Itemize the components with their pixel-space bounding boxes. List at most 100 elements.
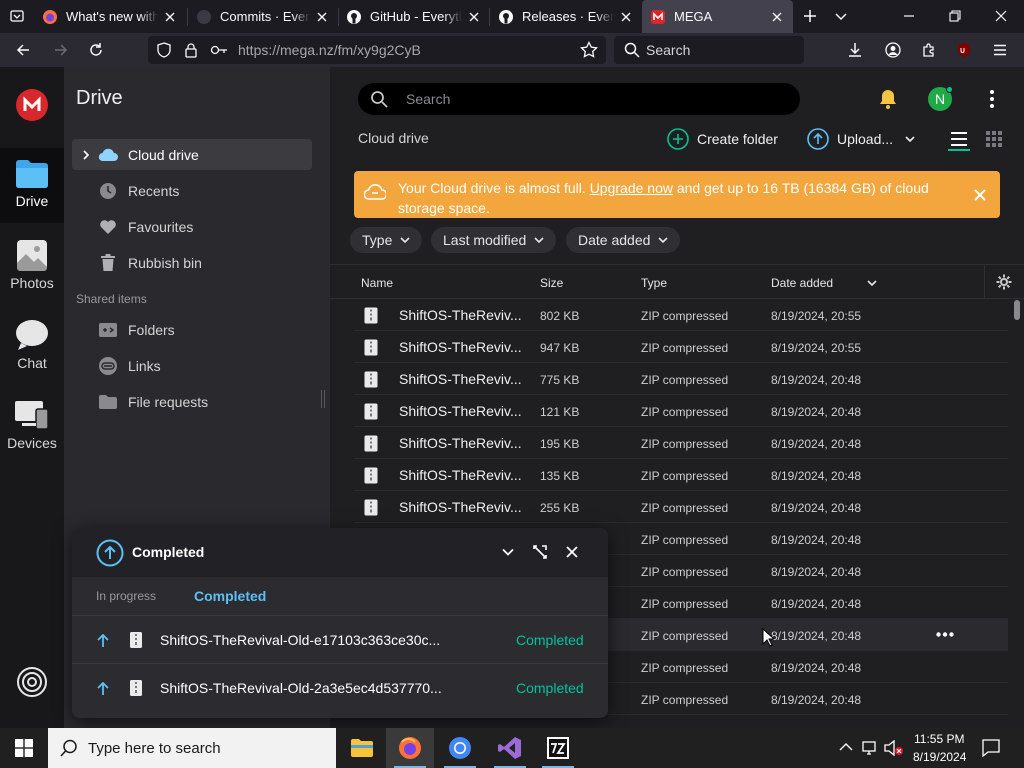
sidebar-resize-handle[interactable] xyxy=(321,390,325,408)
close-tab-icon[interactable] xyxy=(162,9,178,25)
chevron-down-icon[interactable] xyxy=(502,548,514,556)
table-row[interactable]: ShiftOS-TheReviv... 195 KB ZIP compressed 8… xyxy=(354,427,1008,459)
sidebar-item-cloud-drive[interactable]: Cloud drive xyxy=(72,139,312,170)
taskbar-file-explorer[interactable] xyxy=(338,728,386,768)
hamburger-menu-icon xyxy=(994,44,1006,56)
close-tab-icon[interactable] xyxy=(466,9,482,25)
rail-item-photos[interactable]: Photos xyxy=(0,239,64,299)
tab-title: Commits · Everything xyxy=(220,9,310,24)
table-row[interactable]: ShiftOS-TheReviv... 947 KB ZIP compressed 8… xyxy=(354,331,1008,363)
network-icon[interactable] xyxy=(862,740,880,756)
url-text[interactable]: https://mega.nz/fm/xy9g2CyB xyxy=(238,42,421,58)
browser-search-bar[interactable]: Search xyxy=(614,36,804,64)
column-type[interactable]: Type xyxy=(641,276,667,290)
filter-last-modified[interactable]: Last modified xyxy=(431,227,557,253)
extensions-button[interactable] xyxy=(916,37,942,63)
taskbar-firefox[interactable] xyxy=(386,728,434,768)
close-tab-icon[interactable] xyxy=(314,9,330,25)
volume-muted-icon[interactable] xyxy=(884,740,904,756)
tab-completed[interactable]: Completed xyxy=(194,588,266,604)
rail-item-devices[interactable]: Devices xyxy=(0,399,64,459)
tab-github[interactable]: GitHub - Everything xyxy=(338,0,490,33)
reload-button[interactable] xyxy=(83,37,109,63)
shield-icon[interactable] xyxy=(156,42,172,58)
tab-mega[interactable]: MEGA xyxy=(642,0,793,33)
forward-button[interactable] xyxy=(48,37,74,63)
table-row[interactable]: ShiftOS-TheReviv... 255 KB ZIP compressed 8… xyxy=(354,491,1008,523)
restore-window-button[interactable] xyxy=(942,3,968,29)
star-bookmark-icon[interactable] xyxy=(580,41,598,59)
tab-in-progress[interactable]: In progress xyxy=(96,589,156,603)
new-tab-button[interactable] xyxy=(797,3,823,29)
tab-commits[interactable]: Commits · Everything xyxy=(188,0,338,33)
close-tab-icon[interactable] xyxy=(769,9,785,25)
menu-button[interactable] xyxy=(987,37,1013,63)
table-row[interactable]: ShiftOS-TheReviv... 135 KB ZIP compressed 8… xyxy=(354,459,1008,491)
transfer-row[interactable]: ShiftOS-TheRevival-Old-2a3e5ec4d537770..… xyxy=(72,663,608,711)
filter-date-added[interactable]: Date added xyxy=(566,227,681,253)
taskbar-visual-studio[interactable] xyxy=(486,728,534,768)
zip-file-icon xyxy=(364,371,378,388)
taskbar-time[interactable]: 11:55 PM xyxy=(914,732,964,746)
sidebar-item-shared-folders[interactable]: Folders xyxy=(72,314,312,345)
sort-descending-icon[interactable] xyxy=(867,279,877,287)
table-row[interactable]: ShiftOS-TheReviv... 802 KB ZIP compressed 8… xyxy=(354,299,1008,331)
chevron-down-icon xyxy=(658,237,668,244)
close-icon[interactable] xyxy=(566,546,578,558)
table-row[interactable]: ShiftOS-TheReviv... 121 KB ZIP compressed 8… xyxy=(354,395,1008,427)
lock-icon[interactable] xyxy=(184,42,198,58)
sidebar-item-rubbish-bin[interactable]: Rubbish bin xyxy=(72,247,312,278)
start-button[interactable] xyxy=(0,728,48,768)
app-search-input[interactable]: Search xyxy=(358,83,800,115)
tab-firefox-whats-new[interactable]: What's new with Firefox xyxy=(34,0,186,33)
column-size[interactable]: Size xyxy=(540,276,563,290)
create-folder-button[interactable]: Create folder xyxy=(667,128,778,150)
taskbar-search-input[interactable]: Type here to search xyxy=(48,728,336,768)
grid-view-button[interactable] xyxy=(986,131,1002,147)
rail-item-drive[interactable]: Drive xyxy=(0,148,64,223)
taskbar-chrome[interactable] xyxy=(436,728,484,768)
close-window-button[interactable] xyxy=(988,3,1014,29)
ublock-button[interactable] xyxy=(951,37,977,63)
taskbar-7zip[interactable] xyxy=(534,728,582,768)
rail-item-chat[interactable]: Chat xyxy=(0,319,64,379)
sidebar-item-file-requests[interactable]: File requests xyxy=(72,386,312,417)
upgrade-now-link[interactable]: Upgrade now xyxy=(590,180,673,196)
more-vertical-icon[interactable] xyxy=(988,89,996,109)
sidebar-item-recents[interactable]: Recents xyxy=(72,175,312,206)
expand-icon[interactable] xyxy=(533,545,547,559)
notification-center-icon[interactable] xyxy=(982,739,1000,757)
mega-logo-icon[interactable] xyxy=(16,89,48,121)
list-view-button[interactable] xyxy=(948,129,970,151)
file-size: 135 KB xyxy=(540,469,580,483)
sidebar-item-favourites[interactable]: Favourites xyxy=(72,211,312,242)
more-horizontal-icon[interactable] xyxy=(936,632,954,637)
taskbar-date[interactable]: 8/19/2024 xyxy=(913,750,966,764)
gear-icon[interactable] xyxy=(996,274,1012,290)
account-button[interactable] xyxy=(880,37,906,63)
list-all-tabs-button[interactable] xyxy=(828,3,854,29)
column-date-added[interactable]: Date added xyxy=(771,276,833,290)
chevron-up-icon[interactable] xyxy=(839,742,853,752)
upload-button[interactable]: Upload... xyxy=(807,128,915,150)
sidebar-item-links[interactable]: Links xyxy=(72,350,312,381)
bell-notification-icon[interactable] xyxy=(878,89,898,109)
transfer-row[interactable]: ShiftOS-TheRevival-Old-e17103c363ce30c..… xyxy=(72,615,608,663)
avatar-letter: N xyxy=(934,91,946,107)
storage-usage-icon[interactable] xyxy=(16,666,48,698)
minimize-window-button[interactable] xyxy=(896,3,922,29)
tab-releases[interactable]: Releases · Everything xyxy=(490,0,642,33)
filter-type[interactable]: Type xyxy=(350,227,423,253)
key-icon[interactable] xyxy=(210,43,228,57)
table-row[interactable]: ShiftOS-TheReviv... 775 KB ZIP compressed 8… xyxy=(354,363,1008,395)
downloads-button[interactable] xyxy=(842,37,868,63)
back-button[interactable] xyxy=(10,37,36,63)
tab-list-button[interactable] xyxy=(4,3,30,29)
column-name[interactable]: Name xyxy=(361,276,393,290)
close-banner-icon[interactable] xyxy=(974,189,986,201)
url-bar[interactable]: https://mega.nz/fm/xy9g2CyB xyxy=(148,36,606,64)
scrollbar-thumb[interactable] xyxy=(1014,300,1020,320)
chevron-right-icon[interactable] xyxy=(82,150,90,160)
close-tab-icon[interactable] xyxy=(618,9,634,25)
create-folder-label: Create folder xyxy=(697,131,778,147)
